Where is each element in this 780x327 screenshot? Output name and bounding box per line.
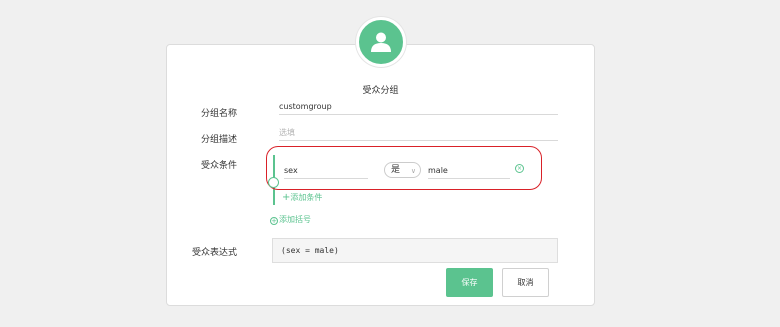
- operator-value: 是: [391, 165, 401, 175]
- page-title: 受众分组: [362, 86, 399, 96]
- group-name-input[interactable]: customgroup: [279, 101, 558, 115]
- add-condition-link[interactable]: +添加条件: [282, 192, 322, 203]
- add-paren-label: 添加括号: [279, 215, 311, 224]
- group-desc-label: 分组描述: [200, 135, 237, 145]
- group-desc-input[interactable]: 选填: [279, 127, 558, 141]
- condition-field-input[interactable]: sex: [284, 165, 368, 179]
- conditions-label: 受众条件: [200, 161, 237, 171]
- add-condition-label: 添加条件: [290, 193, 323, 202]
- user-icon: [371, 32, 391, 52]
- cancel-button[interactable]: 取消: [502, 268, 549, 297]
- expression-label: 受众表达式: [191, 248, 237, 258]
- condition-value-input[interactable]: male: [428, 165, 510, 179]
- avatar: [356, 17, 406, 67]
- chevron-down-icon: ∨: [410, 167, 416, 175]
- group-name-label: 分组名称: [200, 109, 237, 119]
- save-button[interactable]: 保存: [446, 268, 493, 297]
- plus-circle-icon: +: [270, 217, 278, 225]
- clear-condition-icon[interactable]: ×: [515, 164, 524, 173]
- expression-display: (sex = male): [272, 238, 558, 263]
- condition-operator-select[interactable]: 是 ∨: [384, 162, 421, 178]
- condition-node-icon: [268, 177, 279, 188]
- add-paren-link[interactable]: + 添加括号: [270, 214, 311, 225]
